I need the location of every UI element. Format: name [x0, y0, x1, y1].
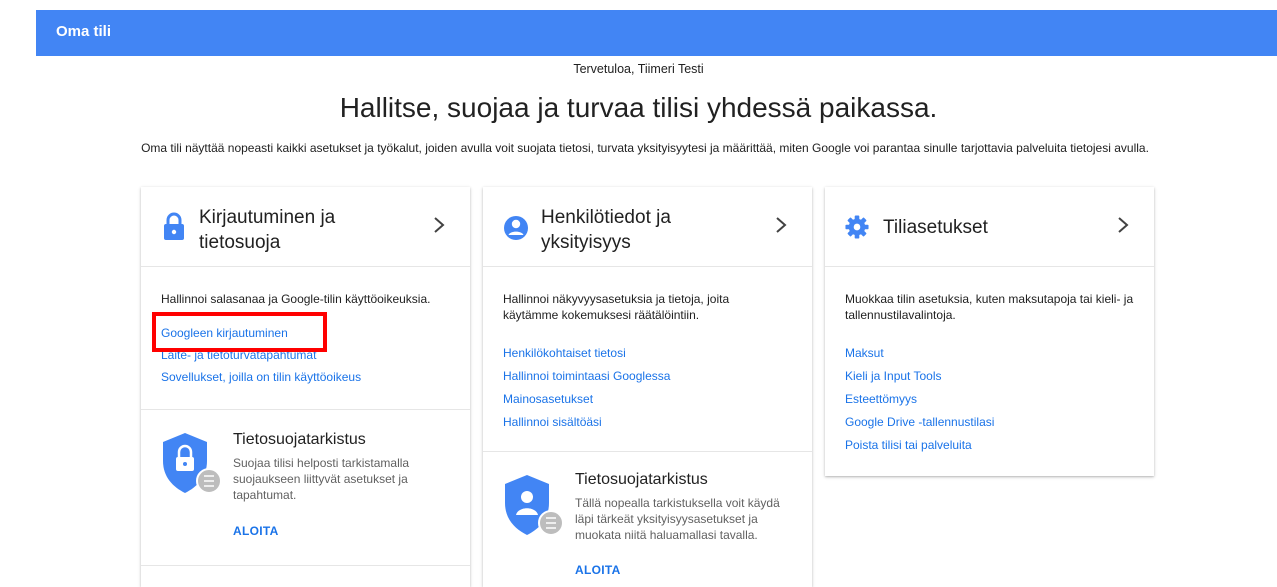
card-description: Hallinnoi salasanaa ja Google-tilin käyt… [161, 292, 431, 306]
link-payments[interactable]: Maksut [845, 345, 1145, 361]
top-app-bar: Oma tili [36, 10, 1277, 56]
card-header-sign-in-security[interactable]: Kirjautuminen ja tietosuoja [141, 187, 470, 267]
highlight-box [152, 312, 327, 352]
link-delete-account[interactable]: Poista tilisi tai palveluita [845, 437, 1145, 453]
chevron-right-icon[interactable] [432, 215, 446, 235]
card-description: Hallinnoi näkyvyysasetuksia ja tietoja, … [503, 292, 730, 322]
person-icon [504, 216, 528, 240]
privacy-shield-icon [505, 475, 564, 536]
welcome-text: Tervetuloa, Tiimeri Testi [573, 62, 704, 76]
card-title: Kirjautuminen ja tietosuoja [199, 207, 336, 253]
link-accessibility[interactable]: Esteettömyys [845, 391, 1145, 407]
card-header-account-preferences[interactable]: Tiliasetukset [825, 187, 1154, 267]
checkup-start-button[interactable]: ALOITA [575, 563, 621, 577]
checkup-title: Tietosuojatarkistus [575, 471, 708, 488]
card-title: Henkilötiedot ja yksityisyys [541, 207, 671, 253]
card-description: Muokkaa tilin asetuksia, kuten maksutapo… [845, 292, 1134, 322]
link-drive-storage[interactable]: Google Drive -tallennustilasi [845, 414, 1145, 430]
divider [141, 409, 470, 410]
link-manage-activity[interactable]: Hallinnoi toimintaasi Googlessa [503, 368, 803, 384]
checkup-title: Tietosuojatarkistus [233, 431, 366, 448]
checkup-start-button[interactable]: ALOITA [233, 524, 279, 538]
link-language-input-tools[interactable]: Kieli ja Input Tools [845, 368, 1145, 384]
checkup-description: Suojaa tilisi helposti tarkistamalla suo… [233, 456, 410, 502]
card-sign-in-security: Kirjautuminen ja tietosuoja Hallinnoi sa… [141, 187, 470, 587]
shield-icon [163, 433, 222, 494]
card-personal-info-privacy: Henkilötiedot ja yksityisyys Hallinnoi n… [483, 187, 812, 587]
chevron-right-icon[interactable] [1116, 215, 1130, 235]
divider [141, 565, 470, 566]
app-title[interactable]: Oma tili [56, 23, 111, 40]
link-personal-info[interactable]: Henkilökohtaiset tietosi [503, 345, 803, 361]
link-apps-with-access[interactable]: Sovellukset, joilla on tilin käyttöoikeu… [161, 369, 461, 385]
link-ad-settings[interactable]: Mainosasetukset [503, 391, 803, 407]
lock-icon [164, 212, 184, 240]
divider [483, 451, 812, 452]
card-account-preferences: Tiliasetukset Muokkaa tilin asetuksia, k… [825, 187, 1154, 476]
card-header-personal-info[interactable]: Henkilötiedot ja yksityisyys [483, 187, 812, 267]
checkup-description: Tällä nopealla tarkistuksella voit käydä… [575, 496, 780, 542]
link-manage-content[interactable]: Hallinnoi sisältöäsi [503, 414, 803, 430]
card-title: Tiliasetukset [883, 217, 988, 238]
gear-icon [845, 215, 869, 239]
chevron-right-icon[interactable] [774, 215, 788, 235]
page-headline: Hallitse, suojaa ja turvaa tilisi yhdess… [339, 92, 938, 123]
page-description: Oma tili näyttää nopeasti kaikki asetuks… [141, 141, 1149, 155]
